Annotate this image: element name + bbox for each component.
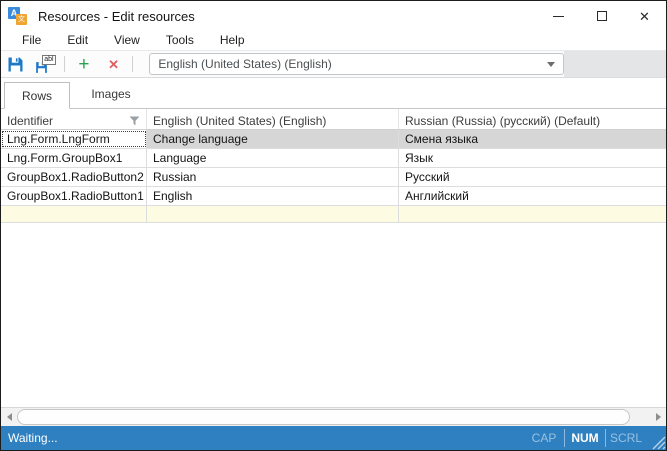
table-row[interactable]: Lng.Form.LngForm Change language Смена я… [1, 130, 666, 149]
keyboard-indicators: CAP NUM SCRL [524, 426, 666, 450]
table-row[interactable]: GroupBox1.RadioButton2 Russian Русский [1, 168, 666, 187]
minimize-button[interactable] [537, 1, 580, 31]
plus-icon: + [78, 55, 89, 74]
titlebar: A 文 Resources - Edit resources ✕ [1, 1, 666, 31]
delete-x-icon: ✕ [108, 58, 119, 71]
menu-file[interactable]: File [9, 31, 54, 50]
caps-lock-indicator: CAP [524, 426, 564, 450]
cell-russian[interactable]: Язык [399, 149, 666, 167]
resize-grip-icon[interactable] [646, 426, 666, 450]
cell-english[interactable]: Change language [147, 130, 399, 148]
minimize-icon [553, 16, 564, 17]
filter-icon[interactable] [129, 116, 140, 126]
cell-english[interactable]: Language [147, 149, 399, 167]
app-icon: A 文 [8, 7, 30, 26]
scrollbar-thumb[interactable] [17, 409, 630, 425]
menu-help[interactable]: Help [207, 31, 258, 50]
cell-identifier[interactable]: Lng.Form.LngForm [1, 130, 147, 148]
statusbar: Waiting... CAP NUM SCRL [1, 426, 666, 450]
delete-row-button[interactable]: ✕ [99, 58, 129, 71]
cell-english[interactable]: Russian [147, 168, 399, 186]
cell-identifier[interactable]: Lng.Form.GroupBox1 [1, 149, 147, 167]
table-row[interactable]: GroupBox1.RadioButton1 English Английски… [1, 187, 666, 206]
window-title: Resources - Edit resources [38, 9, 195, 24]
floppy-rename-icon: abl [35, 55, 56, 74]
window-controls: ✕ [537, 1, 666, 31]
save-button[interactable] [1, 56, 31, 73]
resource-grid: Identifier English (United States) (Engl… [1, 109, 666, 407]
scroll-left-button[interactable] [1, 408, 17, 426]
cell-russian[interactable]: Английский [399, 187, 666, 205]
cell-identifier[interactable] [1, 206, 147, 222]
tab-images[interactable]: Images [70, 81, 152, 108]
new-row-placeholder[interactable] [1, 206, 666, 223]
language-combobox[interactable]: English (United States) (English) [149, 53, 564, 75]
horizontal-scrollbar[interactable] [1, 407, 666, 426]
scrollbar-track[interactable] [17, 408, 650, 426]
arrow-right-icon [656, 413, 661, 421]
cell-russian[interactable]: Русский [399, 168, 666, 186]
cell-russian[interactable]: Смена языка [399, 130, 666, 148]
toolbar-separator [64, 56, 65, 72]
column-header-english[interactable]: English (United States) (English) [147, 109, 399, 129]
table-row[interactable]: Lng.Form.GroupBox1 Language Язык [1, 149, 666, 168]
cell-identifier[interactable]: GroupBox1.RadioButton2 [1, 168, 147, 186]
maximize-icon [597, 11, 607, 21]
grid-empty-area [1, 223, 666, 407]
toolbar-separator [132, 56, 133, 72]
close-button[interactable]: ✕ [623, 1, 666, 31]
maximize-button[interactable] [580, 1, 623, 31]
arrow-left-icon [7, 413, 12, 421]
column-header-russian[interactable]: Russian (Russia) (русский) (Default) [399, 109, 666, 129]
tab-rows[interactable]: Rows [4, 82, 70, 109]
floppy-save-icon [7, 56, 24, 73]
menubar: File Edit View Tools Help [1, 31, 666, 50]
scroll-right-button[interactable] [650, 408, 666, 426]
toolbar-strip: abl + ✕ English (United States) (English… [1, 51, 564, 77]
menu-tools[interactable]: Tools [153, 31, 207, 50]
language-combobox-value: English (United States) (English) [158, 57, 547, 71]
save-as-button[interactable]: abl [31, 55, 61, 74]
app-window: A 文 Resources - Edit resources ✕ File Ed… [0, 0, 667, 451]
tabstrip: Rows Images [1, 78, 666, 109]
cell-identifier[interactable]: GroupBox1.RadioButton1 [1, 187, 147, 205]
grid-header: Identifier English (United States) (Engl… [1, 109, 666, 130]
cell-english[interactable] [147, 206, 399, 222]
app-icon-letter-secondary: 文 [16, 14, 27, 25]
cell-english[interactable]: English [147, 187, 399, 205]
add-row-button[interactable]: + [69, 55, 99, 74]
status-message: Waiting... [8, 431, 58, 445]
column-header-identifier[interactable]: Identifier [1, 109, 147, 129]
num-lock-indicator: NUM [565, 426, 605, 450]
close-icon: ✕ [639, 10, 650, 23]
cell-russian[interactable] [399, 206, 666, 222]
menu-view[interactable]: View [101, 31, 153, 50]
scroll-lock-indicator: SCRL [606, 426, 646, 450]
chevron-down-icon [547, 62, 555, 67]
rename-label-icon: abl [42, 55, 56, 65]
menu-edit[interactable]: Edit [54, 31, 101, 50]
toolbar: abl + ✕ English (United States) (English… [1, 50, 666, 78]
